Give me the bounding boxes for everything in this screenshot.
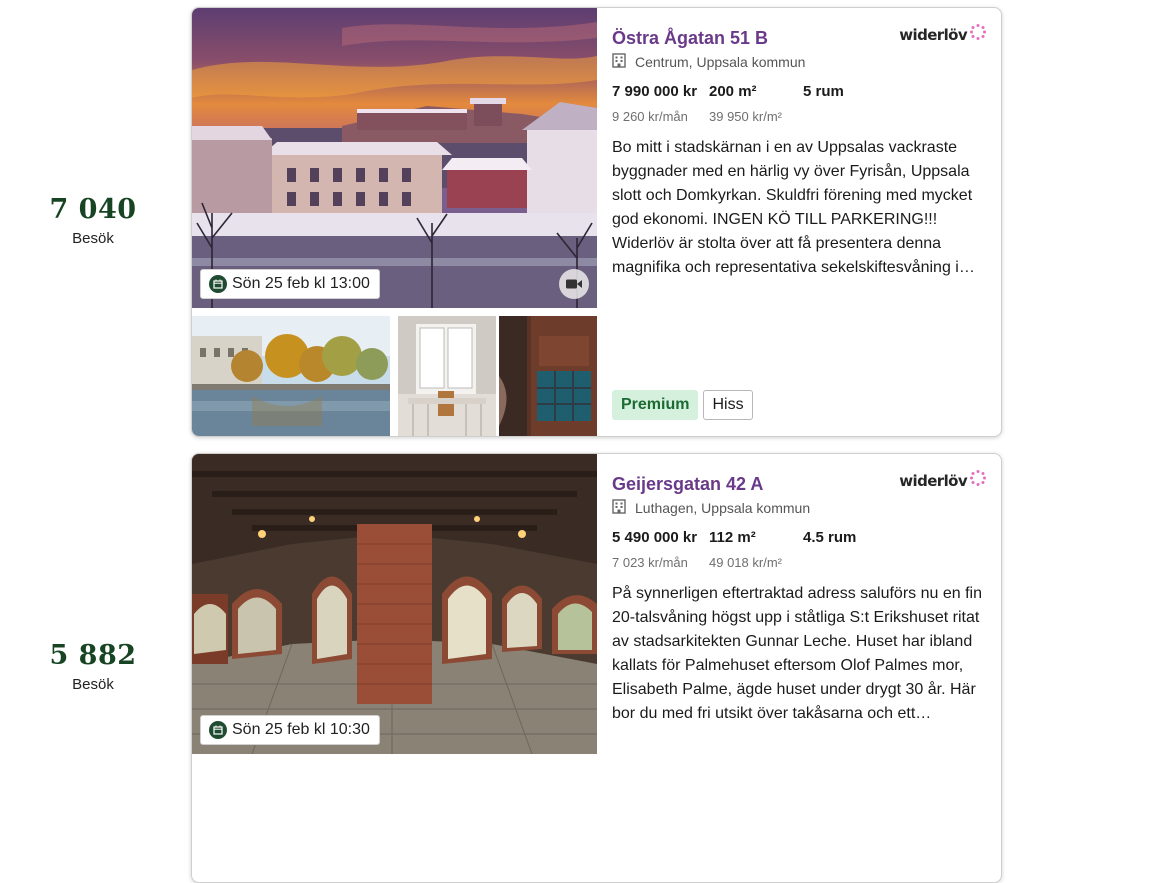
area-text: Centrum, Uppsala kommun (635, 54, 806, 70)
visit-count: 7 040 (49, 194, 137, 225)
broker-name: widerlöv (899, 25, 967, 44)
visit-count: 5 882 (49, 640, 137, 671)
widerlov-flower-icon (969, 23, 987, 46)
thumbnail-photo[interactable] (398, 316, 496, 436)
listing-card[interactable]: Sön 25 feb kl 10:30 Geijersgatan 42 A wi… (191, 453, 1002, 883)
visit-label: Besök (72, 230, 114, 247)
widerlov-flower-icon (969, 469, 987, 492)
calendar-icon (209, 721, 227, 739)
listing-size: 200 m² (709, 83, 757, 100)
listing-rooms: 4.5 rum (803, 529, 857, 546)
listing-price-per-m2: 49 018 kr/m² (709, 555, 782, 570)
listing-info: Östra Ågatan 51 B widerlöv Centrum, Upps… (612, 8, 987, 436)
thumbnail-photo[interactable] (192, 316, 390, 436)
broker-logo[interactable]: widerlöv (899, 469, 987, 492)
visit-label: Besök (72, 676, 114, 693)
broker-name: widerlöv (899, 471, 967, 490)
broker-logo[interactable]: widerlöv (899, 23, 987, 46)
visit-counter: 5 882 Besök (0, 642, 186, 693)
open-house-text: Sön 25 feb kl 10:30 (232, 721, 370, 738)
listing-fee: 9 260 kr/mån (612, 109, 688, 124)
video-icon[interactable] (559, 269, 589, 299)
listing-area: Centrum, Uppsala kommun (612, 53, 805, 71)
visit-counter: 7 040 Besök (0, 196, 186, 247)
listing-address[interactable]: Östra Ågatan 51 B (612, 28, 768, 49)
thumbnail-photo[interactable] (499, 316, 597, 436)
listing-price: 5 490 000 kr (612, 529, 698, 546)
listing-info: Geijersgatan 42 A widerlöv Luthagen, Upp… (612, 454, 987, 882)
feature-tag: Hiss (703, 390, 753, 420)
building-icon (612, 499, 626, 517)
building-icon (612, 53, 626, 71)
listing-card[interactable]: Sön 25 feb kl 13:00 Östra Ågatan 51 B wi… (191, 7, 1002, 437)
listing-price: 7 990 000 kr (612, 83, 698, 100)
listing-media[interactable]: Sön 25 feb kl 10:30 (192, 454, 597, 882)
listing-media[interactable]: Sön 25 feb kl 13:00 (192, 8, 597, 436)
listing-size: 112 m² (709, 529, 756, 546)
area-text: Luthagen, Uppsala kommun (635, 500, 811, 516)
open-house-text: Sön 25 feb kl 13:00 (232, 275, 370, 292)
listing-area: Luthagen, Uppsala kommun (612, 499, 810, 517)
listing-tags: Premium Hiss (612, 390, 753, 420)
listing-address[interactable]: Geijersgatan 42 A (612, 474, 763, 495)
listing-description: På synnerligen eftertraktad adress saluf… (612, 585, 982, 722)
listing-rooms: 5 rum (803, 83, 844, 100)
main-photo[interactable]: Sön 25 feb kl 13:00 (192, 8, 597, 308)
listing-description: Bo mitt i stadskärnan i en av Uppsalas v… (612, 139, 975, 276)
main-photo[interactable]: Sön 25 feb kl 10:30 (192, 454, 597, 754)
open-house-badge[interactable]: Sön 25 feb kl 10:30 (200, 715, 380, 745)
calendar-icon (209, 275, 227, 293)
listing-price-per-m2: 39 950 kr/m² (709, 109, 782, 124)
premium-tag: Premium (612, 390, 699, 420)
listing-fee: 7 023 kr/mån (612, 555, 688, 570)
open-house-badge[interactable]: Sön 25 feb kl 13:00 (200, 269, 380, 299)
